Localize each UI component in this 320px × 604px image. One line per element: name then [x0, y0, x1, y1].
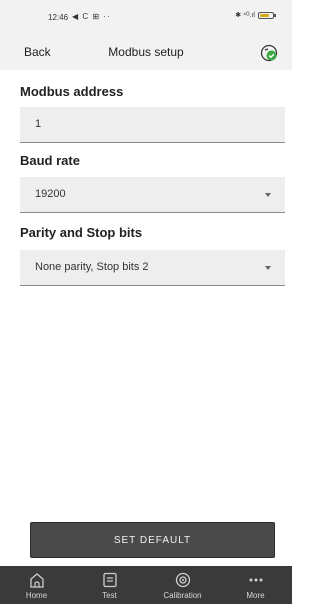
status-signal-icons: ✱ ⁴ᴳ.ıl [235, 12, 255, 19]
calibration-icon [174, 571, 192, 589]
baud-rate-label: Baud rate [20, 153, 80, 168]
parity-value: None parity, Stop bits 2 [35, 261, 149, 273]
device-check-icon[interactable] [260, 44, 278, 62]
address-value: 1 [35, 118, 42, 130]
more-icon [247, 571, 265, 589]
set-default-button[interactable]: SET DEFAULT [30, 522, 275, 558]
test-icon [101, 571, 119, 589]
back-button[interactable]: Back [24, 45, 51, 59]
dropdown-arrow-icon [265, 193, 271, 197]
app-screen: 12:46 ◀ C ⊞ ·· ✱ ⁴ᴳ.ıl Modbus setup Back… [0, 0, 292, 604]
baud-rate-select[interactable]: 19200 [20, 177, 285, 213]
baud-rate-value: 19200 [35, 188, 66, 200]
battery-icon [258, 11, 276, 19]
tab-home[interactable]: Home [0, 566, 73, 604]
status-bar: 12:46 ◀ C ⊞ ·· ✱ ⁴ᴳ.ıl [0, 0, 292, 34]
tab-label: More [246, 591, 265, 600]
tab-label: Calibration [163, 591, 202, 600]
tab-more[interactable]: More [219, 566, 292, 604]
status-time: 12:46 [48, 13, 69, 22]
status-left-icons: ◀ C ⊞ ·· [72, 12, 111, 21]
nav-bar: Modbus setup Back [0, 34, 292, 70]
dropdown-arrow-icon [265, 266, 271, 270]
address-input[interactable]: 1 [20, 107, 285, 143]
tab-label: Test [102, 591, 117, 600]
parity-select[interactable]: None parity, Stop bits 2 [20, 250, 285, 286]
parity-label: Parity and Stop bits [20, 225, 143, 240]
tab-calibration[interactable]: Calibration [146, 566, 219, 604]
bottom-tab-bar: Home Test Calibration More [0, 566, 292, 604]
status-right-icons: ✱ ⁴ᴳ.ıl [235, 11, 276, 19]
tab-test[interactable]: Test [73, 566, 146, 604]
address-label: Modbus address [20, 84, 124, 99]
home-icon [28, 571, 46, 589]
tab-label: Home [25, 591, 48, 600]
